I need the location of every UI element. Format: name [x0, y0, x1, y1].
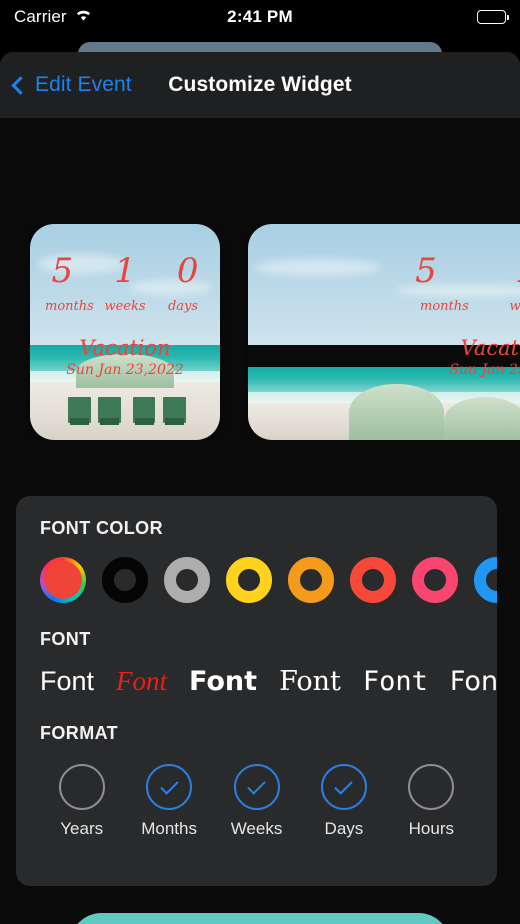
format-option-label: Months [141, 819, 197, 838]
countdown-numbers: 5 1 0 [42, 254, 208, 288]
countdown-number: 5 [51, 251, 74, 291]
format-option-label: Weeks [230, 819, 283, 838]
font-option-5[interactable]: Font [450, 666, 497, 697]
circle-checked-icon [146, 764, 193, 810]
circle-checked-icon [320, 764, 367, 810]
format-option-months[interactable]: Months [125, 764, 212, 839]
color-swatch-orange[interactable] [288, 557, 334, 603]
countdown-numbers: 5 1 [248, 254, 520, 288]
format-option-hours[interactable]: Hours [388, 764, 475, 839]
widget-preview-medium[interactable]: 5 1 months weeks Vacation Sun Jan 23,202 [248, 224, 520, 440]
circle-unchecked-icon [58, 764, 105, 810]
format-option-weeks[interactable]: Weeks [213, 764, 300, 839]
countdown-units: months weeks [248, 299, 520, 314]
font-sample-row[interactable]: Font Font Font Font Font Font F [16, 666, 497, 697]
countdown-unit: months [420, 299, 469, 314]
app-screen: Carrier 2:41 PM Edit Event Customize Wid… [0, 0, 520, 924]
color-swatch-pink[interactable] [412, 557, 458, 603]
widget-event-date: Sun Jan 23,2022 [66, 362, 184, 378]
back-button[interactable]: Edit Event [11, 73, 132, 97]
modal-sheet: Edit Event Customize Widget 5 1 0 months… [0, 52, 520, 924]
countdown-number: 0 [176, 251, 199, 291]
widget-preview-carousel[interactable]: 5 1 0 months weeks days Vacation Sun Jan… [0, 224, 520, 440]
color-swatch-red[interactable] [350, 557, 396, 603]
countdown-unit: weeks [104, 299, 146, 314]
widget-event-title: Vacation [79, 336, 171, 360]
navigation-bar: Edit Event Customize Widget [0, 52, 520, 118]
circle-checked-icon [233, 764, 280, 810]
countdown-unit: weeks [509, 299, 520, 314]
font-option-2[interactable]: Font [189, 666, 257, 697]
countdown-unit: days [167, 299, 199, 314]
countdown-number: 5 [415, 251, 437, 291]
widget-event-date: Sun Jan 23,202 [449, 362, 520, 378]
widget-event-title: Vacation [460, 336, 520, 360]
format-option-years[interactable]: Years [38, 764, 125, 839]
countdown-unit: months [45, 299, 94, 314]
format-section-label: FORMAT [40, 723, 119, 743]
color-swatch-black[interactable] [102, 557, 148, 603]
format-option-label: Years [60, 819, 104, 838]
font-option-4[interactable]: Font [363, 666, 428, 697]
font-option-0[interactable]: Font [40, 666, 94, 697]
format-option-label: Hours [408, 819, 454, 838]
color-swatch-blue[interactable] [474, 557, 497, 603]
countdown-units: months weeks days [42, 299, 208, 314]
format-option-days[interactable]: Days [300, 764, 387, 839]
content-area: 5 1 0 months weeks days Vacation Sun Jan… [0, 118, 520, 924]
color-swatch-rainbow-selected[interactable] [40, 557, 86, 603]
countdown-number: 1 [114, 251, 136, 291]
font-section-label: FONT [40, 629, 91, 649]
widget-text-overlay: 5 1 months weeks Vacation Sun Jan 23,202 [248, 224, 520, 440]
status-bar-right [477, 10, 509, 24]
widget-preview-small[interactable]: 5 1 0 months weeks days Vacation Sun Jan… [30, 224, 220, 440]
countdown-number: 1 [504, 254, 520, 288]
font-color-section-label: FONT COLOR [40, 518, 163, 538]
status-bar: Carrier 2:41 PM [0, 0, 520, 34]
font-option-1-selected[interactable]: Font [116, 666, 167, 697]
chevron-left-icon [11, 75, 30, 95]
customization-card: FONT COLOR FONT Font Font Font Font Font… [16, 496, 497, 886]
clock-label: 2:41 PM [227, 7, 293, 26]
back-button-label: Edit Event [35, 73, 132, 96]
color-swatch-yellow[interactable] [226, 557, 272, 603]
widget-text-overlay: 5 1 0 months weeks days Vacation Sun Jan… [30, 224, 220, 440]
circle-unchecked-icon [408, 764, 455, 810]
format-option-row[interactable]: Years Months Weeks Days Hours [16, 764, 497, 839]
battery-full-icon [477, 10, 509, 24]
font-option-3[interactable]: Font [279, 666, 341, 697]
set-widget-button[interactable]: SET WIDGET [70, 913, 450, 924]
color-swatch-gray[interactable] [164, 557, 210, 603]
format-option-label: Days [324, 819, 364, 838]
font-color-swatch-row[interactable] [16, 557, 497, 603]
